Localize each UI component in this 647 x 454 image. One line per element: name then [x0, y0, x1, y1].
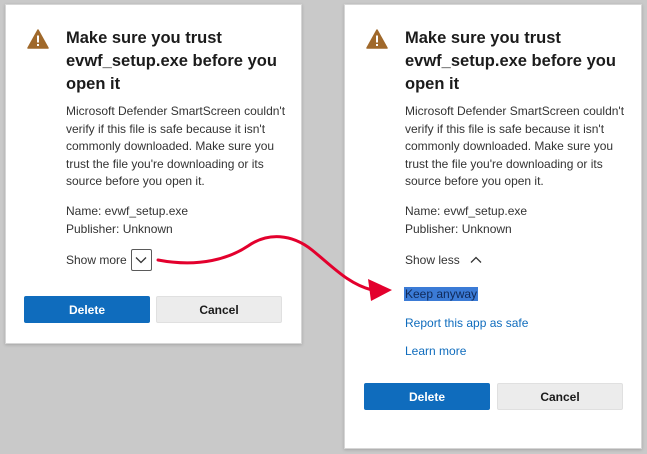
show-less-label: Show less	[405, 252, 460, 267]
file-name-line: Name: evwf_setup.exe	[66, 204, 189, 218]
publisher-line: Publisher: Unknown	[405, 221, 512, 236]
chevron-down-icon[interactable]	[130, 248, 152, 271]
smartscreen-dialog-collapsed: Make sure you trust evwf_setup.exe befor…	[5, 4, 302, 344]
warning-triangle-icon	[27, 29, 49, 49]
file-name-line: Name: evwf_setup.exe	[405, 204, 528, 218]
smartscreen-dialog-expanded: Make sure you trust evwf_setup.exe befor…	[344, 4, 642, 449]
show-less-toggle[interactable]: Show less	[405, 248, 482, 271]
dialog-title: Make sure you trust evwf_setup.exe befor…	[405, 29, 616, 93]
file-info: Name: evwf_setup.exe Publisher: Unknown	[66, 203, 296, 238]
file-info: Name: evwf_setup.exe Publisher: Unknown	[405, 203, 635, 238]
publisher-line: Publisher: Unknown	[66, 221, 173, 236]
cancel-button[interactable]: Cancel	[156, 296, 282, 323]
learn-more-link[interactable]: Learn more	[405, 344, 466, 358]
show-more-toggle[interactable]: Show more	[66, 248, 152, 271]
report-app-safe-link[interactable]: Report this app as safe	[405, 316, 528, 330]
warning-triangle-icon	[366, 29, 388, 49]
chevron-up-icon[interactable]	[470, 256, 482, 264]
dialog-description: Microsoft Defender SmartScreen couldn't …	[405, 104, 625, 188]
show-more-label: Show more	[66, 252, 127, 267]
cancel-button[interactable]: Cancel	[497, 383, 623, 410]
delete-button[interactable]: Delete	[24, 296, 150, 323]
dialog-title: Make sure you trust evwf_setup.exe befor…	[66, 29, 277, 93]
dialog-description: Microsoft Defender SmartScreen couldn't …	[66, 104, 286, 188]
keep-anyway-link[interactable]: Keep anyway	[404, 287, 479, 301]
delete-button[interactable]: Delete	[364, 383, 490, 410]
